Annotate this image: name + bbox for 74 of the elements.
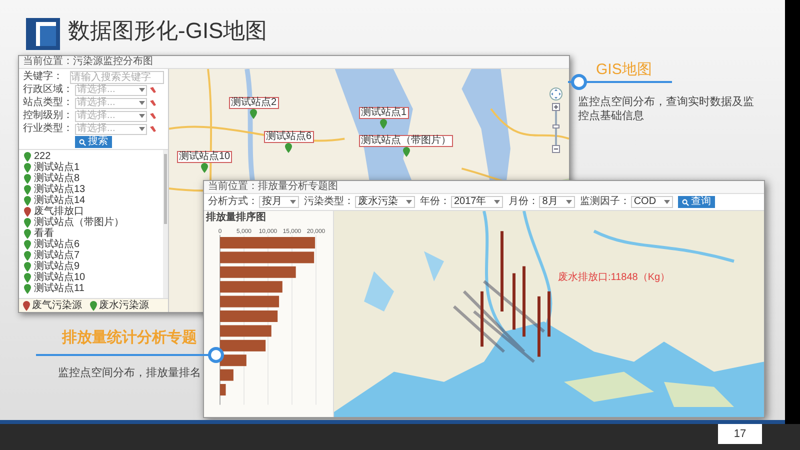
caret-icon [139, 114, 145, 118]
search-button[interactable]: 搜索 [75, 136, 112, 148]
search-icon [79, 138, 86, 146]
filter-label: 年份： [420, 197, 450, 207]
dropdown[interactable]: 2017年 [451, 196, 504, 208]
station-item[interactable]: 看看 [34, 228, 54, 238]
callout-title: GIS地图 [596, 62, 652, 77]
marker-label: 测试站点2 [229, 97, 279, 109]
chart-title: 排放量排序图 [206, 213, 267, 223]
map-pin-icon [285, 143, 292, 153]
dropdown[interactable]: COD [630, 196, 674, 208]
station-item[interactable]: 测试站点6 [34, 240, 80, 250]
filter-label: 行政区域： [23, 85, 73, 95]
map-pin-icon [201, 163, 208, 173]
marker-label: 测试站点（带图片） [359, 135, 453, 147]
caret-icon [406, 200, 412, 204]
breadcrumb: 当前位置：排放量分析专题图 [208, 182, 338, 192]
caret-icon [139, 88, 145, 92]
station-item[interactable]: 测试站点1 [34, 162, 80, 172]
marker-label: 测试站点1 [359, 107, 409, 119]
scrollbar[interactable] [163, 150, 168, 298]
caret-icon [139, 101, 145, 105]
bar [220, 354, 246, 366]
caret-icon [139, 127, 145, 131]
caret-icon [664, 200, 670, 204]
station-item[interactable]: 测试站点11 [34, 284, 84, 294]
filter-label: 控制级别： [23, 111, 73, 121]
slide-title: 数据图形化-GIS地图 [68, 20, 268, 42]
filter-label: 站点类型： [23, 98, 73, 108]
page-number: 17 [734, 428, 746, 440]
dropdown[interactable]: 按月 [259, 196, 299, 208]
zoom-slider-icon[interactable] [552, 103, 560, 153]
dropdown[interactable]: 8月 [539, 196, 575, 208]
callout-description: 监控点空间分布，排放量排名 [58, 366, 201, 380]
callout-title: 排放量统计分析专题 [62, 330, 197, 345]
station-item[interactable]: 测试站点10 [34, 272, 86, 282]
station-item[interactable]: 测试站点14 [34, 196, 86, 206]
filter-label: 分析方式： [208, 197, 258, 207]
filter-label: 月份： [508, 197, 538, 207]
filter-label: 污染类型： [304, 197, 354, 207]
filter-label: 行业类型： [23, 124, 73, 134]
dropdown[interactable]: 废水污染 [355, 196, 415, 208]
bar [220, 296, 280, 308]
caret-icon [290, 200, 296, 204]
map-annotation: 废水排放口:11848（Kg） [558, 273, 670, 283]
legend-label: 废水污染源 [99, 300, 149, 310]
caret-icon [494, 200, 500, 204]
map-pin-icon [380, 119, 388, 129]
station-item[interactable]: 测试站点13 [34, 184, 86, 194]
map-pin-icon [250, 109, 258, 119]
bar [220, 340, 266, 352]
bar [220, 325, 272, 337]
logo-icon [26, 18, 60, 50]
station-item[interactable]: 测试站点7 [34, 250, 80, 260]
map-pin-icon [402, 147, 410, 157]
station-item[interactable]: 222 [34, 152, 51, 162]
filter-label: 监测因子： [580, 197, 630, 207]
query-button[interactable]: 查询 [678, 196, 716, 208]
station-item[interactable]: 测试站点8 [34, 174, 80, 184]
callout-description: 监控点空间分布，查询实时数据及监控点基础信息 [578, 95, 755, 123]
marker-label: 测试站点10 [177, 151, 232, 163]
station-item[interactable]: 测试站点9 [34, 262, 80, 272]
station-item[interactable]: 测试站点（带图片） [34, 218, 124, 228]
station-item[interactable]: 废气排放口 [34, 206, 84, 216]
filter-label: 关键字： [23, 72, 64, 82]
marker-label: 测试站点6 [264, 131, 314, 143]
bar [220, 281, 282, 293]
breadcrumb: 当前位置：污染源监控分布图 [23, 57, 153, 67]
bar [220, 369, 234, 381]
bar [220, 310, 278, 322]
caret-icon [566, 200, 572, 204]
search-icon [682, 198, 690, 206]
bar [220, 384, 226, 396]
legend-label: 废气污染源 [32, 300, 82, 310]
